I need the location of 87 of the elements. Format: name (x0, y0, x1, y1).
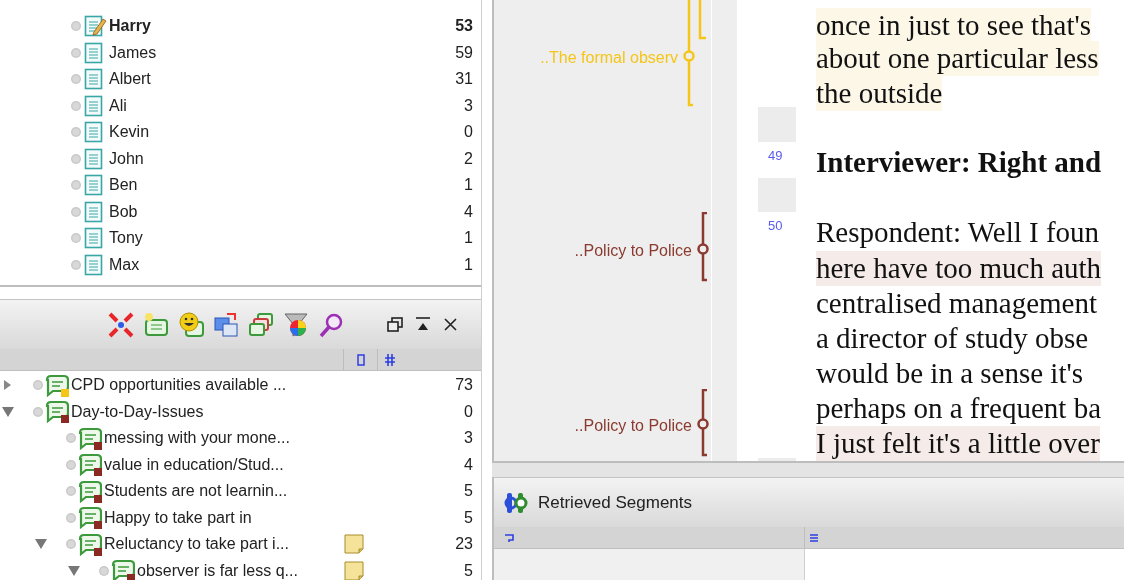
segment-count: 31 (455, 69, 473, 90)
close-icon[interactable] (443, 317, 459, 332)
segment-count: 73 (455, 375, 473, 396)
cross-arrows-icon[interactable] (108, 311, 134, 338)
segment-count: 4 (464, 454, 473, 475)
smiley-icon[interactable] (178, 311, 204, 338)
memo-icon[interactable] (344, 534, 364, 555)
document-name[interactable]: Albert (109, 67, 151, 92)
expanded-arrow-icon[interactable] (35, 538, 47, 551)
document-name[interactable]: James (109, 40, 157, 65)
new-code-icon[interactable] (143, 311, 169, 338)
hash-icon[interactable] (385, 353, 395, 366)
code-label: ..Policy to Police (574, 416, 692, 436)
status-dot-icon (98, 564, 110, 577)
document-text-line: Interviewer: Right and (816, 145, 1102, 180)
stacked-codes-icon[interactable] (248, 311, 274, 338)
status-dot-icon (70, 232, 82, 245)
segment-count: 53 (455, 16, 473, 37)
expanded-arrow-icon[interactable] (2, 405, 14, 418)
document-column-icon[interactable] (504, 533, 514, 542)
code-label: ..Policy to Police (574, 241, 692, 261)
segment-count: 2 (464, 148, 473, 169)
status-dot-icon (70, 99, 82, 112)
document-text-line: a director of study obse (816, 321, 1089, 356)
status-dot-icon (70, 179, 82, 192)
code-name[interactable]: observer is far less q... (137, 558, 298, 580)
color-filter-icon[interactable] (283, 311, 309, 338)
code-name[interactable]: Day-to-Day-Issues (71, 399, 204, 424)
document-name[interactable]: Tony (109, 226, 143, 251)
memo-column-icon[interactable] (356, 353, 365, 366)
segment-count: 4 (464, 201, 473, 222)
line-number: 50 (768, 217, 783, 235)
segment-count: 1 (464, 175, 473, 196)
segment-count: 0 (464, 122, 473, 143)
restore-window-icon[interactable] (387, 317, 403, 332)
code-name[interactable]: Students are not learnin... (104, 479, 288, 504)
collapse-panel-icon[interactable] (415, 317, 431, 332)
document-name[interactable]: Harry (109, 14, 151, 39)
expanded-arrow-icon[interactable] (68, 564, 80, 577)
line-number: 49 (768, 147, 783, 165)
segment-count: 59 (455, 42, 473, 63)
status-dot-icon (32, 405, 44, 418)
status-dot-icon (70, 73, 82, 86)
segment-column-icon[interactable] (809, 532, 819, 543)
document-name[interactable]: John (109, 146, 144, 171)
code-name[interactable]: Reluctancy to take part i... (104, 532, 289, 557)
segment-count: 3 (464, 428, 473, 449)
segment-count: 5 (464, 560, 473, 580)
document-name[interactable]: Ali (109, 93, 127, 118)
status-dot-icon (70, 20, 82, 33)
document-text-line: would be in a sense it's (816, 356, 1083, 391)
segment-count: 3 (464, 95, 473, 116)
segment-count: 1 (464, 228, 473, 249)
status-dot-icon (65, 511, 77, 524)
code-name[interactable]: Happy to take part in (104, 505, 252, 530)
status-dot-icon (32, 379, 44, 392)
status-dot-icon (70, 152, 82, 165)
segment-count: 5 (464, 507, 473, 528)
status-dot-icon (65, 538, 77, 551)
document-text-line: Respondent: Well I foun (816, 215, 1100, 250)
code-label: ..The formal observ (540, 48, 678, 68)
status-dot-icon (65, 458, 77, 471)
retrieved-segments-icon (504, 491, 528, 514)
status-dot-icon (65, 432, 77, 445)
status-dot-icon (70, 258, 82, 271)
code-bracket (697, 0, 709, 40)
segment-count: 5 (464, 481, 473, 502)
document-text-line: perhaps on a frequent ba (816, 391, 1102, 426)
document-name[interactable]: Ben (109, 173, 138, 198)
status-dot-icon (70, 46, 82, 59)
status-dot-icon (70, 205, 82, 218)
windows-icon[interactable] (213, 311, 239, 338)
segment-count: 23 (455, 534, 473, 555)
status-dot-icon (70, 126, 82, 139)
memo-icon[interactable] (344, 560, 364, 580)
status-dot-icon (65, 485, 77, 498)
document-text-line: centralised management (816, 286, 1097, 321)
code-name[interactable]: messing with your mone... (104, 426, 290, 451)
document-name[interactable]: Kevin (109, 120, 150, 145)
code-name[interactable]: CPD opportunities available ... (71, 373, 287, 398)
segment-count: 0 (464, 401, 473, 422)
code-name[interactable]: value in education/Stud... (104, 452, 284, 477)
segment-count: 1 (464, 254, 473, 275)
document-name[interactable]: Bob (109, 199, 138, 224)
document-name[interactable]: Max (109, 252, 140, 277)
panel-title: Retrieved Segments (538, 491, 693, 514)
search-icon[interactable] (318, 311, 344, 338)
